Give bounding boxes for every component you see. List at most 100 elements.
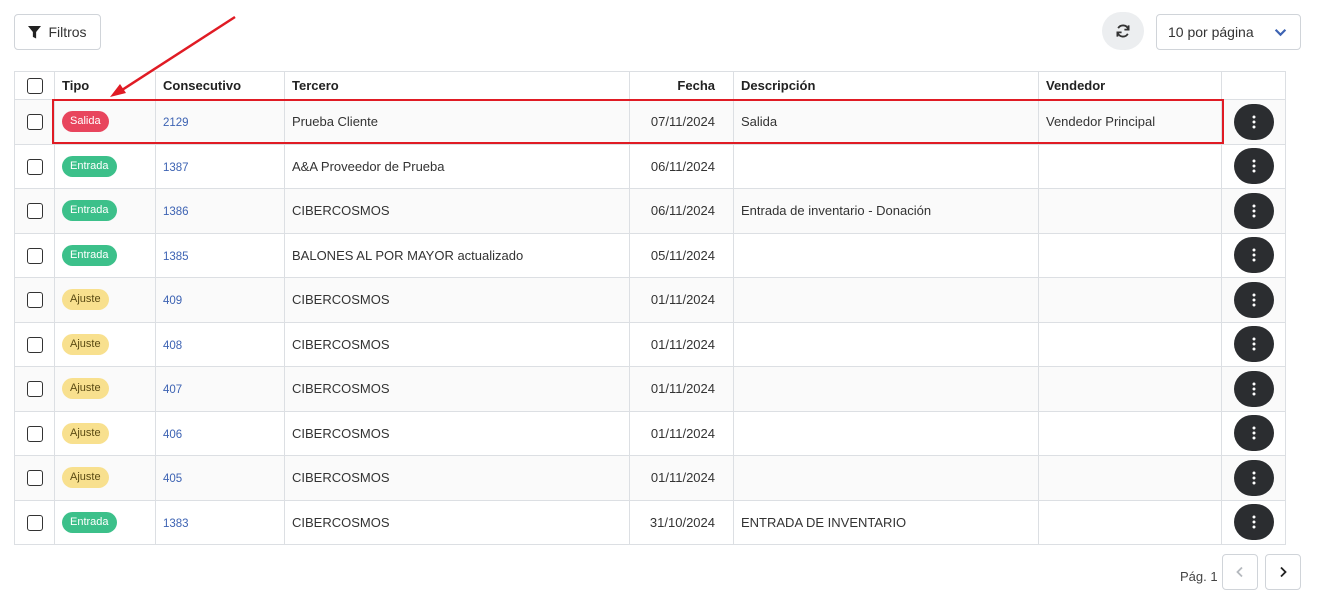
row-select-cell: [14, 455, 55, 501]
tipo-cell: Entrada: [54, 188, 156, 234]
row-select-cell: [14, 499, 55, 545]
more-vertical-icon: [1252, 337, 1255, 351]
vendedor-cell: [1038, 499, 1222, 545]
header-tercero[interactable]: Tercero: [284, 71, 630, 100]
chevron-right-icon: [1280, 566, 1287, 578]
table-row[interactable]: Salida 2129 Prueba Cliente 07/11/2024 Salida…: [14, 99, 1286, 145]
descripcion-cell: [733, 366, 1039, 412]
table-row[interactable]: Ajuste 407 CIBERCOSMOS 01/11/2024: [14, 366, 1286, 412]
row-checkbox[interactable]: [26, 514, 43, 531]
header-vendedor[interactable]: Vendedor: [1038, 71, 1222, 100]
consecutivo-link[interactable]: 1386: [163, 206, 189, 218]
fecha-cell: 06/11/2024: [629, 188, 734, 234]
table-row[interactable]: Entrada 1383 CIBERCOSMOS 31/10/2024 ENTRADA …: [14, 499, 1286, 545]
tipo-cell: Entrada: [54, 232, 156, 278]
consecutivo-link[interactable]: 2129: [163, 117, 189, 129]
table-row[interactable]: Ajuste 405 CIBERCOSMOS 01/11/2024: [14, 455, 1286, 501]
row-checkbox[interactable]: [26, 247, 43, 264]
consecutivo-link[interactable]: 405: [163, 473, 182, 485]
row-checkbox[interactable]: [26, 158, 43, 175]
table-row[interactable]: Ajuste 409 CIBERCOSMOS 01/11/2024: [14, 277, 1286, 323]
row-actions-button[interactable]: [1233, 504, 1274, 541]
filter-button[interactable]: Filtros: [14, 14, 101, 50]
row-checkbox[interactable]: [26, 203, 43, 220]
actions-cell: [1221, 99, 1286, 145]
row-actions-button[interactable]: [1233, 415, 1274, 452]
more-vertical-icon: [1252, 248, 1255, 262]
fecha-cell: 05/11/2024: [629, 232, 734, 278]
table-row[interactable]: Entrada 1387 A&A Proveedor de Prueba 06/11/…: [14, 143, 1286, 189]
row-actions-button[interactable]: [1233, 326, 1274, 363]
consecutivo-cell: 2129: [155, 99, 285, 145]
tipo-cell: Ajuste: [54, 366, 156, 412]
consecutivo-cell: 1385: [155, 232, 285, 278]
row-checkbox[interactable]: [26, 292, 43, 309]
row-checkbox[interactable]: [26, 470, 43, 487]
vendedor-cell: Vendedor Principal: [1038, 99, 1222, 145]
row-select-cell: [14, 232, 55, 278]
header-tipo[interactable]: Tipo: [54, 71, 156, 100]
consecutivo-link[interactable]: 408: [163, 340, 182, 352]
header-fecha[interactable]: Fecha: [629, 71, 734, 100]
tipo-badge: Entrada: [62, 200, 117, 222]
tipo-cell: Entrada: [54, 499, 156, 545]
vendedor-cell: [1038, 277, 1222, 323]
vendedor-cell: [1038, 455, 1222, 501]
next-page-button[interactable]: [1265, 554, 1301, 590]
row-checkbox[interactable]: [26, 381, 43, 398]
tipo-badge: Ajuste: [62, 467, 109, 489]
row-actions-button[interactable]: [1233, 370, 1274, 407]
row-actions-button[interactable]: [1233, 281, 1274, 318]
fecha-cell: 01/11/2024: [629, 321, 734, 367]
more-vertical-icon: [1252, 293, 1255, 307]
tipo-badge: Entrada: [62, 244, 117, 266]
descripcion-cell: ENTRADA DE INVENTARIO: [733, 499, 1039, 545]
table-row[interactable]: Entrada 1386 CIBERCOSMOS 06/11/2024 Entrada …: [14, 188, 1286, 234]
tercero-cell: CIBERCOSMOS: [284, 410, 630, 456]
tipo-badge: Ajuste: [62, 422, 109, 444]
row-checkbox[interactable]: [26, 336, 43, 353]
filter-icon: [28, 25, 42, 38]
tipo-cell: Salida: [54, 99, 156, 145]
header-consecutivo[interactable]: Consecutivo: [155, 71, 285, 100]
fecha-cell: 01/11/2024: [629, 410, 734, 456]
prev-page-button[interactable]: [1222, 554, 1258, 590]
consecutivo-cell: 409: [155, 277, 285, 323]
row-actions-button[interactable]: [1233, 459, 1274, 496]
row-actions-button[interactable]: [1233, 148, 1274, 185]
table-row[interactable]: Ajuste 406 CIBERCOSMOS 01/11/2024: [14, 410, 1286, 456]
tercero-cell: BALONES AL POR MAYOR actualizado: [284, 232, 630, 278]
descripcion-cell: Entrada de inventario - Donación: [733, 188, 1039, 234]
table-row[interactable]: Entrada 1385 BALONES AL POR MAYOR actualiz…: [14, 232, 1286, 278]
row-actions-button[interactable]: [1233, 103, 1274, 140]
actions-cell: [1221, 188, 1286, 234]
consecutivo-cell: 405: [155, 455, 285, 501]
row-checkbox[interactable]: [26, 114, 43, 131]
fecha-cell: 31/10/2024: [629, 499, 734, 545]
tipo-badge: Ajuste: [62, 289, 109, 311]
select-all-checkbox[interactable]: [26, 77, 43, 94]
row-checkbox[interactable]: [26, 425, 43, 442]
fecha-cell: 06/11/2024: [629, 143, 734, 189]
consecutivo-link[interactable]: 409: [163, 295, 182, 307]
tipo-cell: Ajuste: [54, 321, 156, 367]
tipo-badge: Salida: [62, 111, 109, 133]
row-actions-button[interactable]: [1233, 192, 1274, 229]
row-actions-button[interactable]: [1233, 237, 1274, 274]
actions-cell: [1221, 455, 1286, 501]
header-descripcion[interactable]: Descripción: [733, 71, 1039, 100]
per-page-value: 10 por página: [1168, 24, 1254, 40]
consecutivo-link[interactable]: 1383: [163, 518, 189, 530]
tipo-cell: Ajuste: [54, 455, 156, 501]
consecutivo-link[interactable]: 1387: [163, 162, 189, 174]
page-indicator: Pág. 1: [1180, 569, 1218, 584]
table-row[interactable]: Ajuste 408 CIBERCOSMOS 01/11/2024: [14, 321, 1286, 367]
consecutivo-link[interactable]: 406: [163, 429, 182, 441]
consecutivo-link[interactable]: 1385: [163, 251, 189, 263]
consecutivo-link[interactable]: 407: [163, 384, 182, 396]
tercero-cell: CIBERCOSMOS: [284, 499, 630, 545]
refresh-button[interactable]: [1102, 12, 1144, 50]
tipo-badge: Entrada: [62, 155, 117, 177]
movements-table: Tipo Consecutivo Tercero Fecha Descripci…: [14, 71, 1286, 545]
per-page-select[interactable]: 10 por página: [1156, 14, 1301, 50]
